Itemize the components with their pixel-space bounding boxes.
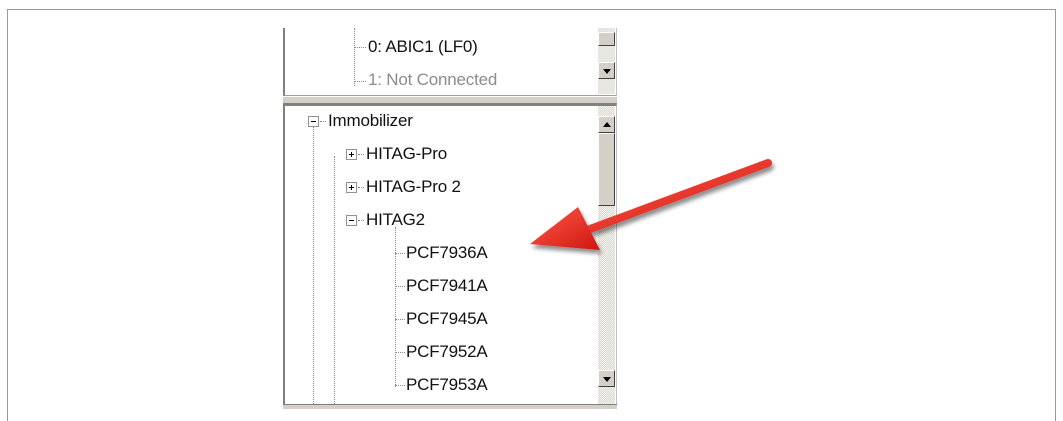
panel-splitter[interactable] — [283, 96, 617, 104]
tree-line — [358, 154, 364, 155]
tree-node-immobilizer[interactable]: Immobilizer — [328, 111, 413, 131]
tree-line — [354, 47, 366, 48]
tree-line — [395, 253, 405, 254]
tree-line — [320, 121, 326, 122]
tree-line — [395, 385, 405, 386]
tree-scroll-down-button[interactable] — [598, 370, 615, 387]
channel-list-panel: 0: ABIC1 (LF0) 1: Not Connected — [283, 28, 617, 96]
tree-line — [334, 156, 335, 409]
collapse-icon[interactable] — [308, 116, 319, 127]
chevron-up-icon — [603, 122, 611, 127]
tree-line — [395, 227, 396, 387]
expand-icon[interactable] — [346, 149, 357, 160]
tree-line — [358, 220, 364, 221]
channel-item-0[interactable]: 0: ABIC1 (LF0) — [368, 37, 478, 57]
tree-line — [358, 187, 364, 188]
top-scrollbar-thumb[interactable] — [598, 32, 615, 46]
chevron-down-icon — [603, 69, 611, 74]
arrow-icon — [530, 159, 772, 250]
top-scroll-down-button[interactable] — [598, 62, 615, 79]
top-scrollbar[interactable] — [598, 28, 615, 94]
tree-line — [313, 127, 314, 409]
tree-node-pcf7945a[interactable]: PCF7945A — [406, 309, 488, 329]
tree-line — [354, 28, 355, 86]
tree-node-pcf7941a[interactable]: PCF7941A — [406, 276, 488, 296]
tree-line — [395, 352, 405, 353]
collapse-icon[interactable] — [346, 215, 357, 226]
tree-node-hitag-pro-2[interactable]: HITAG-Pro 2 — [366, 177, 461, 197]
annotation-arrow — [530, 159, 772, 250]
tree-node-pcf7952a[interactable]: PCF7952A — [406, 342, 488, 362]
expand-icon[interactable] — [346, 182, 357, 193]
tree-line — [354, 81, 366, 82]
channel-item-1[interactable]: 1: Not Connected — [368, 70, 497, 90]
chevron-down-icon — [603, 377, 611, 382]
tree-node-pcf7936a[interactable]: PCF7936A — [406, 243, 488, 263]
tree-scroll-up-button[interactable] — [598, 116, 615, 133]
tree-line — [395, 319, 405, 320]
panel-bottom-border — [283, 404, 617, 409]
tree-line — [395, 286, 405, 287]
tree-node-pcf7953a[interactable]: PCF7953A — [406, 375, 488, 395]
tree-node-hitag-pro[interactable]: HITAG-Pro — [366, 144, 447, 164]
